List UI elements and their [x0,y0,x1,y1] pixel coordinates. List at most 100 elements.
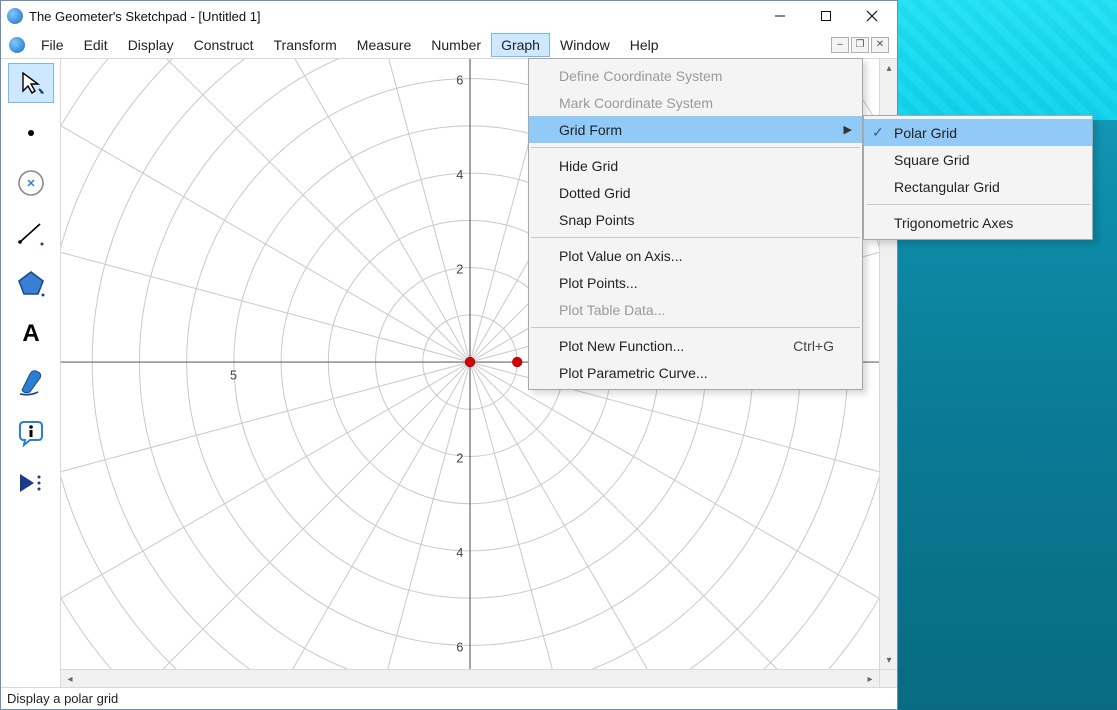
tool-point[interactable] [8,113,54,153]
menu-display[interactable]: Display [118,33,184,57]
tool-info[interactable] [8,413,54,453]
axis-label-yn4: 4 [456,545,463,560]
scroll-down-arrow[interactable]: ▾ [881,652,897,668]
tool-arrow[interactable] [8,63,54,103]
minimize-icon [774,10,786,22]
axis-label-y6: 6 [456,73,463,88]
menu-edit[interactable]: Edit [74,33,118,57]
menu-transform[interactable]: Transform [264,33,347,57]
marker-tool-icon [16,368,46,398]
svg-text:A: A [22,320,39,347]
graph-menu-item-grid-form[interactable]: Grid Form ▶ [529,116,862,143]
arrow-tool-icon [17,69,45,97]
menu-construct[interactable]: Construct [184,33,264,57]
axis-label-yn2: 2 [456,450,463,465]
tool-text[interactable]: A [8,313,54,353]
scroll-left-arrow[interactable]: ◂ [62,671,78,687]
scroll-corner [879,669,897,687]
mdi-controls: ‒ ❐ ✕ [831,37,893,53]
graph-menu-item-label: Plot Table Data... [559,302,665,318]
custom-tool-icon [16,470,46,496]
graph-menu-item-plot-points[interactable]: Plot Points... [529,269,862,296]
axis-label-y2: 2 [456,261,463,276]
unit-point[interactable] [512,357,522,367]
close-button[interactable] [849,1,895,31]
menu-bar: FileEditDisplayConstructTransformMeasure… [1,31,897,59]
status-text: Display a polar grid [7,691,118,706]
tool-polygon[interactable] [8,263,54,303]
graph-menu-item-label: Hide Grid [559,158,618,174]
menu-file[interactable]: File [31,33,74,57]
gridform-item-label: Rectangular Grid [894,179,1000,195]
graph-menu-item-define-coordinate-system: Define Coordinate System [529,62,862,89]
tool-marker[interactable] [8,363,54,403]
scroll-up-arrow[interactable]: ▴ [881,60,897,76]
text-tool-icon: A [17,319,45,347]
tool-custom[interactable] [8,463,54,503]
graph-menu-item-plot-value-on-axis[interactable]: Plot Value on Axis... [529,242,862,269]
graph-menu-item-label: Dotted Grid [559,185,631,201]
mdi-minimize-button[interactable]: ‒ [831,37,849,53]
gridform-item-trigonometric-axes[interactable]: Trigonometric Axes [864,209,1092,236]
graph-menu-item-plot-new-function[interactable]: Plot New Function...Ctrl+G [529,332,862,359]
gridform-item-label: Square Grid [894,152,969,168]
graph-menu-item-label: Grid Form [559,122,622,138]
graph-menu-item-label: Define Coordinate System [559,68,722,84]
graph-menu-item-dotted-grid[interactable]: Dotted Grid [529,179,862,206]
app-icon [7,8,23,24]
axis-label-y4: 4 [456,167,463,182]
graph-menu-separator [531,147,860,148]
mdi-close-button[interactable]: ✕ [871,37,889,53]
graph-menu-dropdown: Define Coordinate System Mark Coordinate … [528,58,863,390]
document-icon[interactable] [9,37,25,53]
horizontal-scrollbar[interactable]: ◂ ▸ [61,669,879,687]
gridform-item-label: Polar Grid [894,125,957,141]
close-icon [866,10,878,22]
graph-menu-separator [531,327,860,328]
menu-help[interactable]: Help [620,33,669,57]
graph-menu-item-plot-table-data: Plot Table Data... [529,296,862,323]
graph-menu-item-mark-coordinate-system: Mark Coordinate System [529,89,862,116]
graph-menu-item-label: Plot Value on Axis... [559,248,682,264]
graph-menu-item-label: Snap Points [559,212,635,228]
gridform-item-rectangular-grid[interactable]: Rectangular Grid [864,173,1092,200]
graph-menu-item-label: Mark Coordinate System [559,95,713,111]
gridform-separator [866,204,1090,205]
axis-label-yn6: 6 [456,639,463,654]
tool-compass[interactable] [8,163,54,203]
gridform-item-square-grid[interactable]: Square Grid [864,146,1092,173]
menu-measure[interactable]: Measure [347,33,421,57]
menu-window[interactable]: Window [550,33,620,57]
check-icon: ✓ [872,124,884,141]
polygon-tool-icon [16,268,46,298]
line-tool-icon [16,218,46,248]
info-tool-icon [16,418,46,448]
origin-point[interactable] [465,357,475,367]
minimize-button[interactable] [757,1,803,31]
tool-line[interactable] [8,213,54,253]
maximize-icon [820,10,832,22]
maximize-button[interactable] [803,1,849,31]
menu-number[interactable]: Number [421,33,491,57]
compass-tool-icon [16,168,46,198]
gridform-submenu: ✓ Polar Grid Square Grid Rectangular Grid Tr… [863,115,1093,240]
gridform-item-label: Trigonometric Axes [894,215,1013,231]
mdi-restore-button[interactable]: ❐ [851,37,869,53]
submenu-arrow-icon: ▶ [844,123,852,136]
graph-menu-item-hide-grid[interactable]: Hide Grid [529,152,862,179]
scroll-right-arrow[interactable]: ▸ [862,671,878,687]
graph-menu-item-plot-parametric-curve[interactable]: Plot Parametric Curve... [529,359,862,386]
menu-graph[interactable]: Graph [491,33,550,57]
graph-menu-item-label: Plot Parametric Curve... [559,365,708,381]
status-bar: Display a polar grid [1,687,897,709]
axis-label-xn5: 5 [230,368,237,383]
graph-menu-item-label: Plot Points... [559,275,638,291]
graph-menu-item-snap-points[interactable]: Snap Points [529,206,862,233]
title-bar[interactable]: The Geometer's Sketchpad - [Untitled 1] [1,1,897,31]
point-tool-icon [21,123,41,143]
window-title: The Geometer's Sketchpad - [Untitled 1] [29,9,757,24]
shortcut-label: Ctrl+G [753,338,834,354]
window-controls [757,1,895,31]
gridform-item-polar-grid[interactable]: ✓ Polar Grid [864,119,1092,146]
graph-menu-separator [531,237,860,238]
